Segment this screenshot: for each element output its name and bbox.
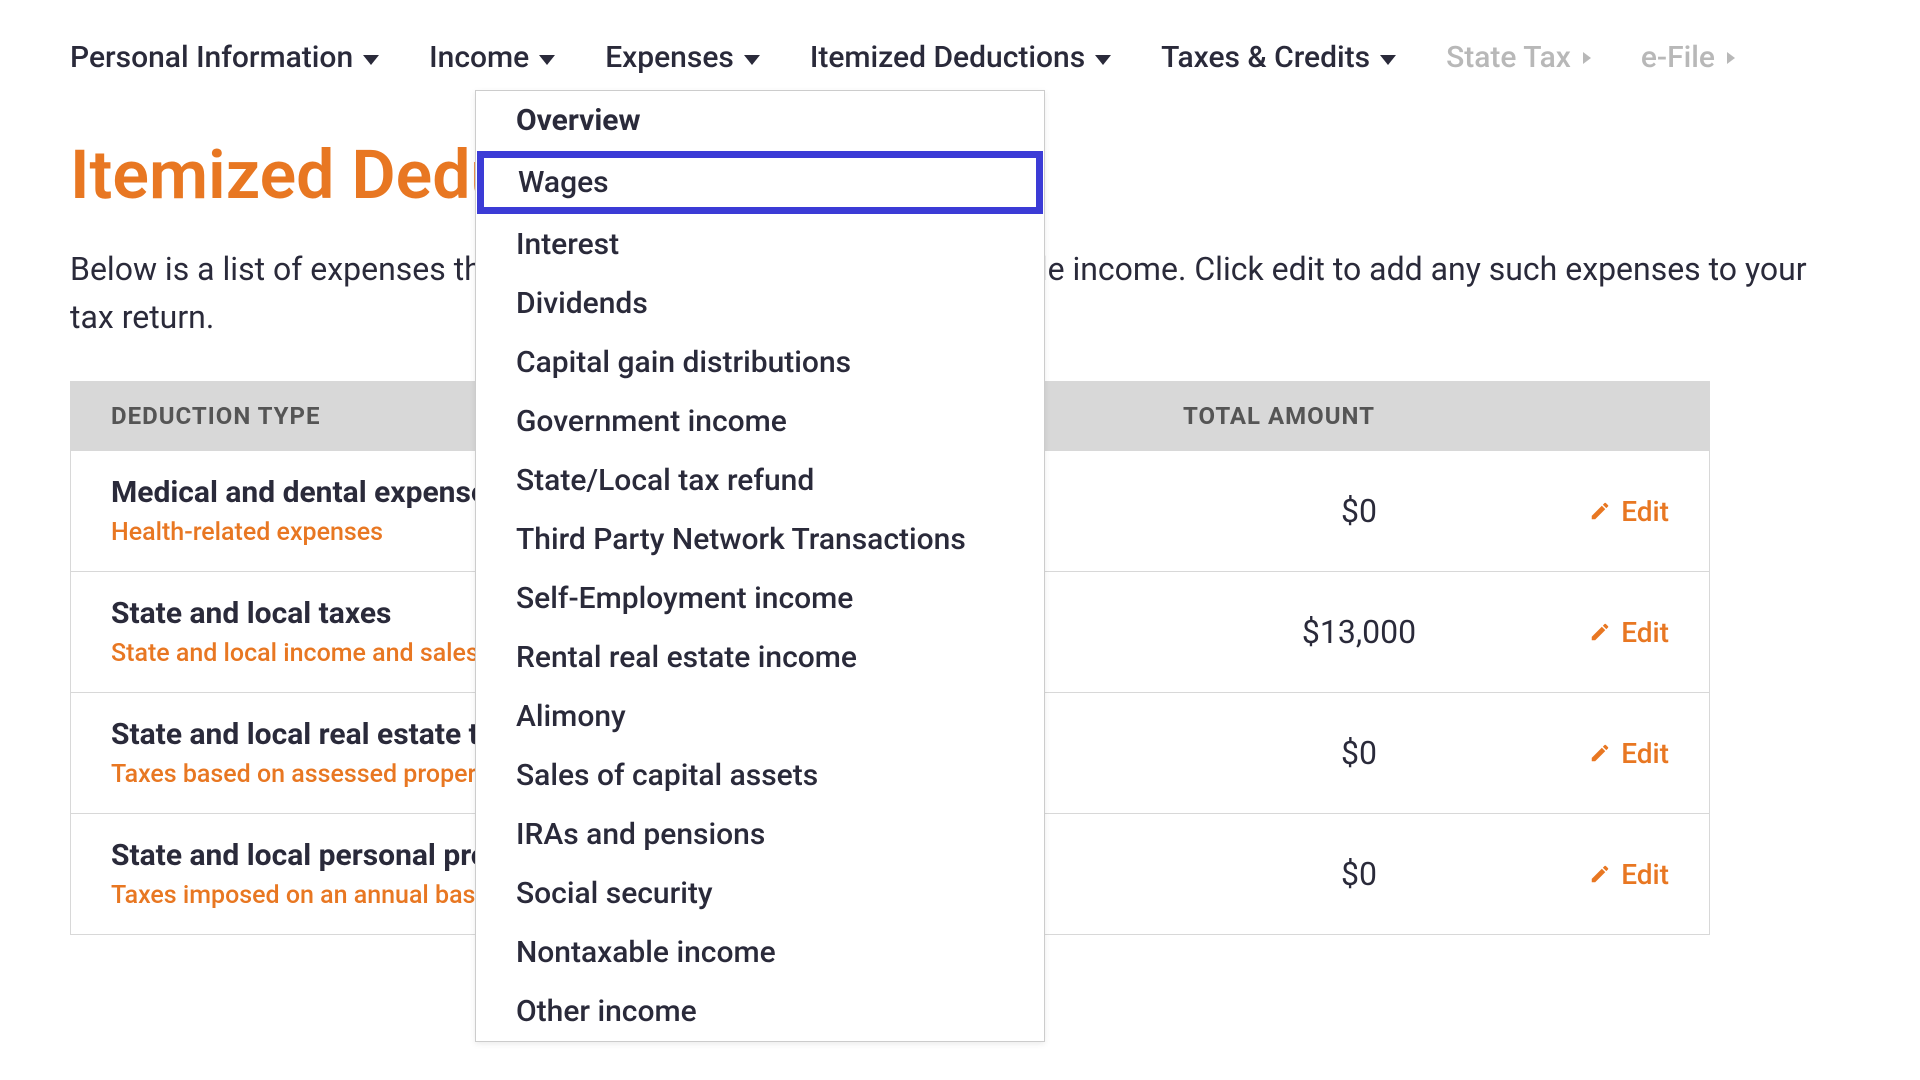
nav-label: State Tax [1446, 40, 1571, 75]
dropdown-item-overview[interactable]: Overview [476, 91, 1044, 150]
edit-label: Edit [1621, 616, 1669, 649]
income-dropdown: Overview Wages Interest Dividends Capita… [475, 90, 1045, 1042]
deduction-amount: $0 [1209, 855, 1509, 893]
nav-personal-information[interactable]: Personal Information [70, 40, 379, 75]
dropdown-item-iras-pensions[interactable]: IRAs and pensions [476, 805, 1044, 864]
dropdown-item-third-party-network[interactable]: Third Party Network Transactions [476, 510, 1044, 569]
dropdown-item-social-security[interactable]: Social security [476, 864, 1044, 923]
dropdown-item-government-income[interactable]: Government income [476, 392, 1044, 451]
chevron-down-icon [1095, 55, 1111, 65]
edit-button[interactable]: Edit [1589, 495, 1669, 528]
edit-label: Edit [1621, 737, 1669, 770]
dropdown-item-wages[interactable]: Wages [477, 151, 1043, 214]
nav-taxes-credits[interactable]: Taxes & Credits [1161, 40, 1396, 75]
col-header-amount: TOTAL AMOUNT [1049, 402, 1509, 430]
dropdown-item-dividends[interactable]: Dividends [476, 274, 1044, 333]
dropdown-item-sales-capital-assets[interactable]: Sales of capital assets [476, 746, 1044, 805]
nav-itemized-deductions[interactable]: Itemized Deductions [810, 40, 1111, 75]
pencil-icon [1589, 500, 1611, 522]
dropdown-item-state-local-refund[interactable]: State/Local tax refund [476, 451, 1044, 510]
nav-income[interactable]: Income [429, 40, 555, 75]
chevron-down-icon [1380, 55, 1396, 65]
chevron-down-icon [363, 55, 379, 65]
nav-expenses[interactable]: Expenses [605, 40, 760, 75]
nav-e-file: e-File [1641, 40, 1735, 75]
nav-label: e-File [1641, 40, 1715, 75]
edit-label: Edit [1621, 495, 1669, 528]
pencil-icon [1589, 621, 1611, 643]
dropdown-item-self-employment[interactable]: Self-Employment income [476, 569, 1044, 628]
pencil-icon [1589, 742, 1611, 764]
nav-label: Expenses [605, 40, 734, 75]
deduction-amount: $13,000 [1209, 613, 1509, 651]
edit-button[interactable]: Edit [1589, 737, 1669, 770]
nav-label: Income [429, 40, 529, 75]
edit-label: Edit [1621, 858, 1669, 891]
dropdown-item-rental-real-estate[interactable]: Rental real estate income [476, 628, 1044, 687]
dropdown-item-capital-gain[interactable]: Capital gain distributions [476, 333, 1044, 392]
dropdown-item-interest[interactable]: Interest [476, 215, 1044, 274]
nav-state-tax: State Tax [1446, 40, 1591, 75]
col-header-actions [1509, 402, 1669, 430]
edit-button[interactable]: Edit [1589, 616, 1669, 649]
edit-button[interactable]: Edit [1589, 858, 1669, 891]
chevron-right-icon [1583, 52, 1591, 64]
pencil-icon [1589, 863, 1611, 885]
dropdown-item-alimony[interactable]: Alimony [476, 687, 1044, 746]
chevron-right-icon [1727, 52, 1735, 64]
nav-label: Itemized Deductions [810, 40, 1085, 75]
nav-label: Personal Information [70, 40, 353, 75]
deduction-amount: $0 [1209, 492, 1509, 530]
chevron-down-icon [539, 55, 555, 65]
chevron-down-icon [744, 55, 760, 65]
dropdown-item-nontaxable-income[interactable]: Nontaxable income [476, 923, 1044, 982]
nav-label: Taxes & Credits [1161, 40, 1370, 75]
dropdown-item-other-income[interactable]: Other income [476, 982, 1044, 1041]
main-navbar: Personal Information Income Expenses Ite… [70, 40, 1850, 75]
deduction-amount: $0 [1209, 734, 1509, 772]
